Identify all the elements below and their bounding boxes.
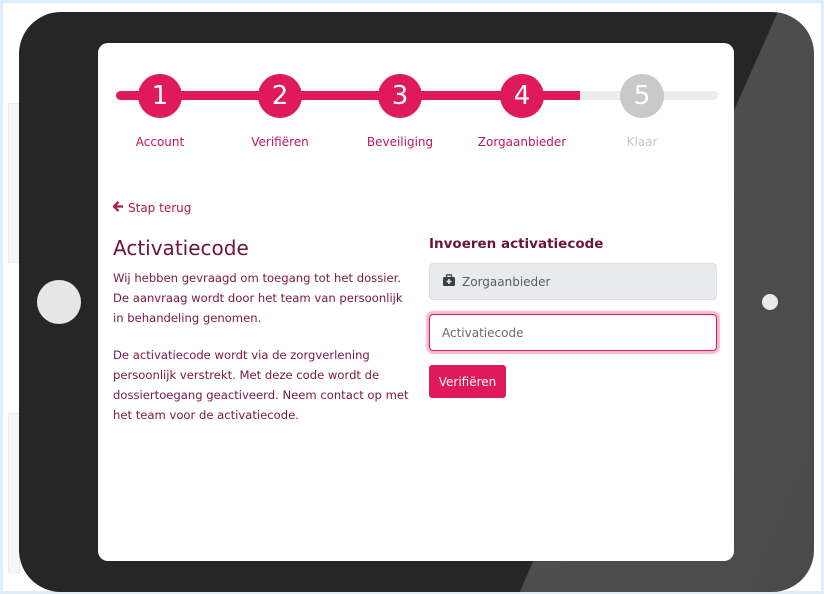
step-1-circle: 1 <box>138 74 182 118</box>
info-paragraph: De activatiecode wordt via de zorgverlen… <box>113 348 409 422</box>
form-title: Invoeren activatiecode <box>429 236 604 252</box>
step-5-label: Klaar <box>626 135 658 149</box>
provider-field: Zorgaanbieder <box>429 263 717 300</box>
step-2-label: Verifiëren <box>251 135 309 149</box>
page-title: Activatiecode <box>113 236 249 260</box>
provider-field-value: Zorgaanbieder <box>462 274 551 289</box>
step-4-circle: 4 <box>500 74 544 118</box>
verify-button[interactable]: Verifiëren <box>429 365 506 398</box>
step-1-label: Account <box>135 135 185 149</box>
step-4-label: Zorgaanbieder <box>477 135 567 149</box>
intro-paragraph: Wij hebben gevraagd om toegang tot het d… <box>113 271 403 325</box>
back-link-label: Stap terug <box>128 201 192 215</box>
tablet-screen: 1 2 3 4 5 Account Verifiëren Beveiliging… <box>98 43 734 561</box>
step-3-label: Beveiliging <box>366 135 434 149</box>
step-2-circle: 2 <box>258 74 302 118</box>
medical-kit-icon <box>442 273 456 290</box>
tablet-camera <box>762 294 778 310</box>
back-link[interactable]: Stap terug <box>112 201 192 215</box>
step-3-circle: 3 <box>378 74 422 118</box>
tablet-home-button <box>37 280 81 324</box>
arrow-left-icon <box>112 201 124 215</box>
activation-code-input[interactable] <box>429 314 717 351</box>
step-5-circle: 5 <box>620 74 664 118</box>
